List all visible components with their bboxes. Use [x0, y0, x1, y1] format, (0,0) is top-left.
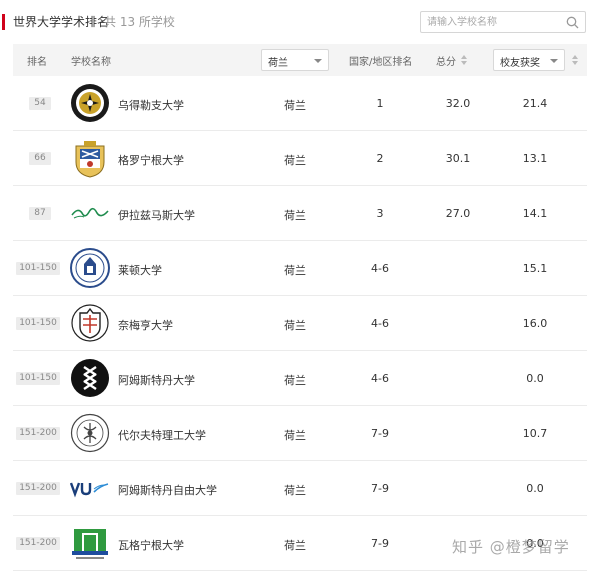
alumni-cell: 14.1 [522, 207, 548, 220]
leiden-seal-icon [70, 248, 110, 288]
table-header: 排名 学校名称 荷兰 国家/地区排名 总分 校友获奖 [13, 44, 587, 76]
rank-badge: 101-150 [16, 317, 60, 330]
region-rank-cell: 7-9 [371, 482, 389, 495]
page-header: 世界大学学术排名 共 13 所学校 [0, 0, 600, 44]
rank-badge: 66 [29, 152, 51, 165]
delft-seal-icon [70, 413, 110, 453]
alumni-cell: 0.0 [526, 372, 544, 385]
country-cell: 荷兰 [284, 154, 306, 167]
university-name[interactable]: 阿姆斯特丹大学 [118, 372, 195, 388]
col-score[interactable]: 总分 [436, 53, 456, 68]
university-name[interactable]: 奈梅亨大学 [118, 317, 173, 333]
table-row[interactable]: 101-150 莱顿大学 荷兰 4-6 15.1 [13, 241, 587, 296]
university-name[interactable]: 代尔夫特理工大学 [118, 427, 206, 443]
university-name[interactable]: 莱顿大学 [118, 262, 162, 278]
score-cell: 32.0 [445, 97, 471, 110]
rank-badge: 151-200 [16, 427, 60, 440]
score-cell: 27.0 [445, 207, 471, 220]
region-rank-cell: 1 [376, 97, 384, 110]
table-row[interactable]: 66 格罗宁根大学 荷兰 2 30.1 13.1 [13, 131, 587, 186]
table-row[interactable]: 54 乌得勒支大学 荷兰 1 32.0 21.4 [13, 76, 587, 131]
page-title: 世界大学学术排名 [13, 15, 110, 29]
alumni-cell: 16.0 [522, 317, 548, 330]
chevron-down-icon [314, 59, 322, 63]
country-cell: 荷兰 [284, 374, 306, 387]
indicator-sort-icon[interactable] [572, 55, 578, 65]
rank-badge: 151-200 [16, 537, 60, 550]
country-cell: 荷兰 [284, 264, 306, 277]
search-box[interactable] [420, 11, 586, 33]
col-region-rank[interactable]: 国家/地区排名 [349, 53, 412, 68]
university-name[interactable]: 伊拉兹马斯大学 [118, 207, 195, 223]
country-cell: 荷兰 [284, 99, 306, 112]
chevron-down-icon [550, 59, 558, 63]
rank-badge: 151-200 [16, 482, 60, 495]
table-row[interactable]: 151-200 代尔夫特理工大学 荷兰 7-9 10.7 [13, 406, 587, 461]
indicator-select[interactable]: 校友获奖 [493, 49, 565, 71]
rank-badge: 54 [29, 97, 51, 110]
utrecht-seal-icon [71, 84, 109, 122]
region-rank-cell: 4-6 [371, 262, 389, 275]
country-cell: 荷兰 [284, 319, 306, 332]
site-watermark: 知乎 @橙梦留学 [452, 538, 570, 556]
nijmegen-seal-icon [71, 304, 109, 342]
university-name[interactable]: 格罗宁根大学 [118, 152, 184, 168]
col-name: 学校名称 [71, 57, 111, 68]
university-name[interactable]: 瓦格宁根大学 [118, 537, 184, 553]
region-rank-cell: 2 [376, 152, 384, 165]
indicator-value: 校友获奖 [500, 58, 540, 69]
rank-badge: 101-150 [16, 372, 60, 385]
table-row[interactable]: 151-200 阿姆斯特丹自由大学 荷兰 7-9 0.0 [13, 461, 587, 516]
region-rank-cell: 7-9 [371, 427, 389, 440]
region-rank-cell: 7-9 [371, 537, 389, 550]
title-accent-bar [2, 14, 5, 30]
col-rank: 排名 [27, 57, 47, 68]
university-name[interactable]: 乌得勒支大学 [118, 97, 184, 113]
amsterdam-xxx-icon [71, 359, 109, 397]
alumni-cell: 0.0 [526, 482, 544, 495]
groningen-crest-icon [75, 141, 105, 178]
table-row[interactable]: 101-150 奈梅亨大学 荷兰 4-6 16.0 [13, 296, 587, 351]
search-icon[interactable] [566, 16, 579, 29]
country-filter-value: 荷兰 [268, 58, 288, 69]
university-name[interactable]: 阿姆斯特丹自由大学 [118, 482, 217, 498]
region-rank-cell: 4-6 [371, 372, 389, 385]
wageningen-mark-icon [72, 529, 108, 559]
alumni-cell: 15.1 [522, 262, 548, 275]
country-cell: 荷兰 [284, 539, 306, 552]
alumni-cell: 10.7 [522, 427, 548, 440]
country-cell: 荷兰 [284, 429, 306, 442]
region-rank-cell: 3 [376, 207, 384, 220]
school-count: 共 13 所学校 [104, 15, 175, 29]
vu-wordmark-icon [70, 482, 109, 498]
score-sort-icon[interactable] [461, 55, 467, 65]
rank-badge: 101-150 [16, 262, 60, 275]
score-cell: 30.1 [445, 152, 471, 165]
alumni-cell: 21.4 [522, 97, 548, 110]
search-input[interactable] [427, 15, 565, 29]
alumni-cell: 13.1 [522, 152, 548, 165]
country-cell: 荷兰 [284, 484, 306, 497]
table-row[interactable]: 101-150 阿姆斯特丹大学 荷兰 4-6 0.0 [13, 351, 587, 406]
region-rank-cell: 4-6 [371, 317, 389, 330]
country-cell: 荷兰 [284, 209, 306, 222]
erasmus-logo-icon [71, 207, 109, 219]
table-row[interactable]: 87 伊拉兹马斯大学 荷兰 3 27.0 14.1 [13, 186, 587, 241]
country-filter-select[interactable]: 荷兰 [261, 49, 329, 71]
rank-badge: 87 [29, 207, 51, 220]
